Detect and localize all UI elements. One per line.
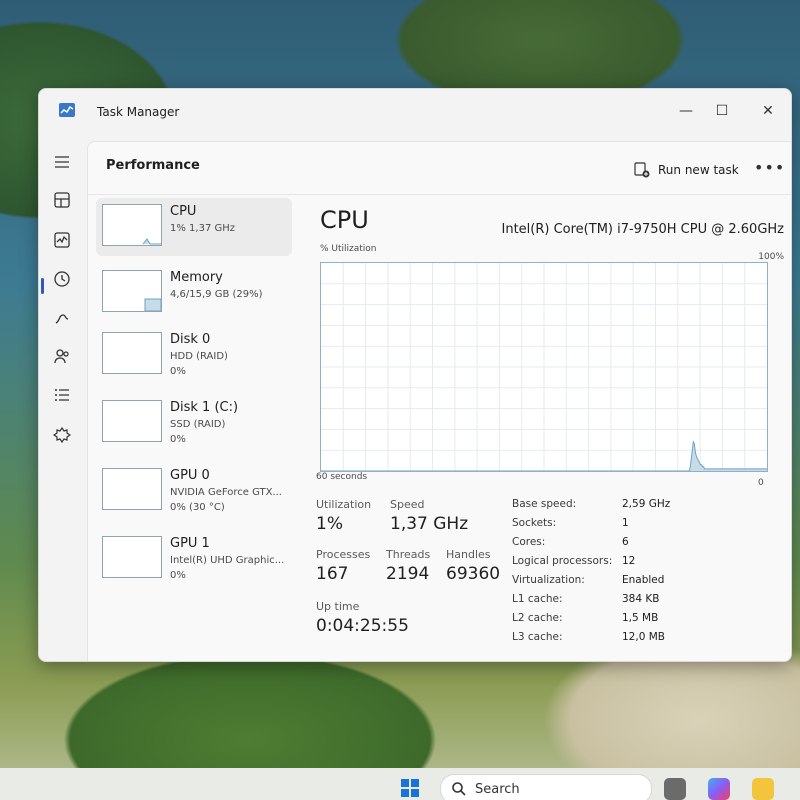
resource-name: GPU 1 [170, 536, 210, 551]
handles-value: 69360 [446, 564, 501, 584]
performance-icon[interactable] [53, 231, 71, 249]
copilot-icon[interactable] [708, 778, 730, 800]
uptime-label: Up time [316, 600, 360, 613]
gpu1-thumbnail [102, 536, 162, 578]
resource-usage: 0% [170, 366, 186, 377]
task-manager-window: Task Manager — ☐ ✕ Performance Run new t… [38, 88, 792, 662]
resource-detail: 4,6/15,9 GB (29%) [170, 289, 263, 300]
task-manager-app-icon [59, 103, 75, 117]
disk1-thumbnail [102, 400, 162, 442]
utilization-min-label: 0 [758, 478, 764, 488]
more-options-icon[interactable]: ••• [754, 158, 785, 177]
utilization-axis-label: % Utilization [320, 244, 377, 254]
file-explorer-icon[interactable] [752, 778, 774, 800]
spec-label: Logical processors: [512, 555, 613, 567]
spec-label: Sockets: [512, 517, 557, 529]
spec-value: 12,0 MB [622, 631, 665, 643]
details-icon[interactable] [53, 386, 71, 404]
spec-value: 2,59 GHz [622, 498, 671, 510]
search-placeholder: Search [475, 782, 520, 797]
window-title: Task Manager [97, 105, 180, 119]
resource-usage: 0% (30 °C) [170, 502, 225, 513]
spec-value: Enabled [622, 574, 665, 586]
resource-usage: 0% [170, 434, 186, 445]
spec-value: 1 [622, 517, 629, 529]
cpu-utilization-plot [321, 263, 767, 472]
threads-label: Threads [386, 548, 431, 561]
spec-value: 6 [622, 536, 629, 548]
taskbar-search-box[interactable]: Search [440, 774, 652, 800]
startup-apps-icon[interactable] [53, 309, 71, 327]
resource-name: CPU [170, 204, 197, 219]
page-title: Performance [106, 158, 200, 173]
spec-label: L1 cache: [512, 593, 563, 605]
resource-item-cpu[interactable]: CPU 1% 1,37 GHz [96, 198, 292, 256]
spec-label: L3 cache: [512, 631, 563, 643]
processes-value: 167 [316, 564, 349, 584]
speed-label: Speed [390, 498, 425, 511]
minimize-button[interactable]: — [671, 99, 701, 123]
spec-value: 384 KB [622, 593, 660, 605]
title-bar[interactable]: Task Manager — ☐ ✕ [39, 89, 791, 133]
spec-label: Virtualization: [512, 574, 585, 586]
spec-value: 1,5 MB [622, 612, 659, 624]
resource-item-gpu0[interactable]: GPU 0 NVIDIA GeForce GTX... 0% (30 °C) [96, 462, 292, 520]
processes-icon[interactable] [53, 191, 71, 209]
performance-panel: Performance Run new task ••• CPU 1% 1,37… [87, 141, 791, 661]
cpu-thumbnail [102, 204, 162, 246]
utilization-value: 1% [316, 514, 343, 534]
services-icon[interactable] [53, 426, 71, 444]
run-new-task-button[interactable]: Run new task [634, 160, 739, 180]
resource-item-memory[interactable]: Memory 4,6/15,9 GB (29%) [96, 264, 292, 322]
spec-label: Base speed: [512, 498, 577, 510]
resource-detail: SSD (RAID) [170, 419, 226, 430]
uptime-value: 0:04:25:55 [316, 616, 409, 636]
utilization-max-label: 100% [758, 252, 784, 262]
spec-label: L2 cache: [512, 612, 563, 624]
resource-list: CPU 1% 1,37 GHz Memory 4,6/15,9 GB (29%)… [96, 198, 292, 638]
resource-detail: 1% 1,37 GHz [170, 223, 236, 234]
disk0-thumbnail [102, 332, 162, 374]
memory-thumbnail [102, 270, 162, 312]
taskbar-app-icon[interactable] [664, 778, 686, 800]
maximize-button[interactable]: ☐ [707, 99, 737, 123]
run-new-task-label: Run new task [658, 163, 739, 177]
resource-item-disk1[interactable]: Disk 1 (C:) SSD (RAID) 0% [96, 394, 292, 452]
cpu-detail-pane: CPU Intel(R) Core(TM) i7-9750H CPU @ 2.6… [316, 200, 786, 660]
utilization-label: Utilization [316, 498, 372, 511]
header-divider [88, 194, 791, 195]
resource-name: GPU 0 [170, 468, 210, 483]
resource-name: Disk 1 (C:) [170, 400, 239, 415]
spec-label: Cores: [512, 536, 546, 548]
hamburger-menu-icon[interactable] [53, 153, 71, 171]
users-icon[interactable] [53, 347, 71, 365]
resource-item-gpu1[interactable]: GPU 1 Intel(R) UHD Graphic... 0% [96, 530, 292, 588]
close-button[interactable]: ✕ [753, 99, 783, 123]
navigation-sidebar [39, 133, 83, 661]
speed-value: 1,37 GHz [390, 514, 469, 534]
resource-usage: 0% [170, 570, 186, 581]
handles-label: Handles [446, 548, 491, 561]
resource-item-disk0[interactable]: Disk 0 HDD (RAID) 0% [96, 326, 292, 384]
threads-value: 2194 [386, 564, 430, 584]
cpu-model-name: Intel(R) Core(TM) i7-9750H CPU @ 2.60GHz [501, 222, 785, 237]
resource-detail: NVIDIA GeForce GTX... [170, 487, 282, 498]
detail-title: CPU [320, 206, 369, 234]
gpu0-thumbnail [102, 468, 162, 510]
search-icon [452, 782, 466, 796]
windows-start-icon[interactable] [400, 778, 420, 798]
active-indicator [41, 278, 44, 294]
run-task-icon [634, 162, 650, 178]
resource-name: Memory [170, 270, 223, 285]
app-history-icon[interactable] [53, 270, 71, 288]
resource-detail: Intel(R) UHD Graphic... [170, 555, 285, 566]
resource-name: Disk 0 [170, 332, 211, 347]
spec-value: 12 [622, 555, 636, 567]
cpu-utilization-graph [320, 262, 768, 472]
time-span-label: 60 seconds [316, 472, 368, 482]
processes-label: Processes [316, 548, 371, 561]
resource-detail: HDD (RAID) [170, 351, 228, 362]
